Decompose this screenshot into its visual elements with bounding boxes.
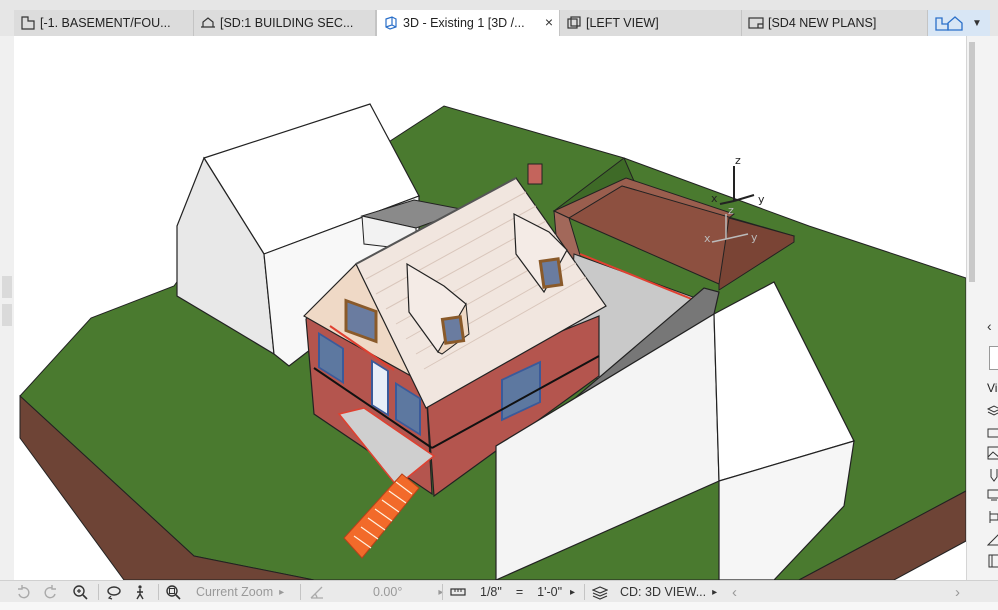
axis-label-y: y [758, 193, 765, 206]
fit-zoom-icon [166, 585, 181, 600]
vertical-scrollbar[interactable] [969, 42, 975, 282]
3d-model-canvas[interactable]: z y x z y x [14, 36, 966, 580]
floor-plan-icon [21, 16, 35, 30]
layers-icon[interactable] [987, 404, 998, 418]
front-door [371, 359, 389, 417]
scale-equals: = [515, 585, 524, 599]
left-edge-strip [0, 36, 14, 580]
scale-dropdown[interactable]: 1/8" = 1'-0" ▸ [450, 581, 575, 603]
rotation-angle-field[interactable]: 0.00° ▸ [309, 581, 443, 603]
ruler-icon[interactable] [987, 532, 998, 546]
angle-value: 0.00° [373, 585, 403, 599]
tab-label: [SD4 NEW PLANS] [768, 16, 877, 30]
axis-label-x: x [711, 192, 718, 205]
section-icon [201, 17, 215, 28]
tab-building-section[interactable]: [SD:1 BUILDING SEC... [194, 10, 376, 36]
view-label: CD: 3D VIEW... [620, 585, 707, 599]
left-handle[interactable] [2, 304, 12, 326]
orbit-button[interactable] [106, 581, 122, 603]
layers-icon [592, 586, 608, 600]
orbit-icon [107, 586, 121, 600]
caret-right-icon: ▸ [570, 586, 576, 598]
scale-ruler-icon [450, 588, 466, 596]
fit-in-window-button[interactable] [165, 581, 181, 603]
elevation-icon [567, 16, 581, 29]
structure-icon[interactable] [987, 510, 998, 524]
panel-preview-box [989, 346, 998, 370]
separator [584, 584, 585, 600]
chevron-down-icon: ▼ [972, 17, 982, 29]
panel-label: Vi [987, 381, 998, 395]
separator [98, 584, 99, 600]
redo-view-icon [44, 585, 56, 599]
separator [158, 584, 159, 600]
right-side-panel: ‹ Vi [966, 36, 998, 580]
view-switcher-dropdown[interactable]: ▼ [928, 10, 990, 36]
dormer-rear-window [538, 257, 564, 289]
zoom-label: Current Zoom [196, 585, 274, 599]
axis-shadow-y: y [751, 231, 758, 244]
separator [300, 584, 301, 600]
layer-combination-dropdown[interactable]: CD: 3D VIEW... ▸ [592, 581, 717, 603]
display-icon[interactable] [987, 488, 998, 502]
explore-button[interactable] [132, 581, 148, 603]
image-icon[interactable] [987, 446, 998, 460]
undo-zoom-button[interactable] [16, 581, 32, 603]
rotate-angle-icon [310, 586, 323, 599]
layout-icon[interactable] [987, 426, 998, 440]
collapse-panel-icon[interactable]: ‹ [987, 318, 992, 334]
window-bottom-edge [0, 602, 998, 610]
close-icon[interactable]: × [545, 14, 553, 30]
caret-right-icon: ▸ [712, 586, 718, 598]
tab-label: 3D - Existing 1 [3D /... [403, 16, 525, 30]
axis-shadow-x: x [704, 232, 711, 245]
view-map-icon [935, 16, 963, 31]
scale-units: 1'-0" [537, 585, 563, 599]
tab-label: [SD:1 BUILDING SEC... [220, 16, 354, 30]
layout-icon [748, 17, 764, 29]
chimney [527, 163, 543, 185]
tab-label: [LEFT VIEW] [586, 16, 659, 30]
walk-icon [136, 585, 144, 600]
tab-left-view[interactable]: [LEFT VIEW] [560, 10, 742, 36]
redo-zoom-button[interactable] [42, 581, 58, 603]
zoom-in-icon [73, 585, 88, 600]
zoom-dropdown[interactable]: Current Zoom ▸ [196, 581, 284, 603]
pen-icon[interactable] [987, 468, 998, 482]
view-status-bar: Current Zoom ▸ 0.00° ▸ 1/8" = 1'-0" ▸ CD… [0, 580, 998, 602]
axis-shadow-z: z [728, 204, 734, 217]
3d-viewport[interactable]: z y x z y x [14, 36, 966, 580]
separator [442, 584, 443, 600]
book-icon[interactable] [987, 554, 998, 568]
zoom-in-button[interactable] [72, 581, 88, 603]
view-tab-bar: [-1. BASEMENT/FOU... [SD:1 BUILDING SEC.… [0, 0, 998, 36]
undo-view-icon [18, 585, 30, 599]
scale-value: 1/8" [480, 585, 502, 599]
left-handle[interactable] [2, 276, 12, 298]
3d-view-icon [385, 16, 397, 30]
dormer-front-window [440, 315, 466, 345]
caret-right-icon: ▸ [279, 586, 285, 598]
tab-label: [-1. BASEMENT/FOU... [40, 16, 171, 30]
scroll-left-button[interactable]: ‹ [732, 581, 737, 603]
tab-3d-existing[interactable]: 3D - Existing 1 [3D /... × [376, 10, 560, 36]
axis-label-z: z [735, 154, 741, 167]
tab-basement-plan[interactable]: [-1. BASEMENT/FOU... [14, 10, 194, 36]
tab-new-plans-layout[interactable]: [SD4 NEW PLANS] [742, 10, 928, 36]
scroll-right-button[interactable]: › [955, 581, 960, 603]
